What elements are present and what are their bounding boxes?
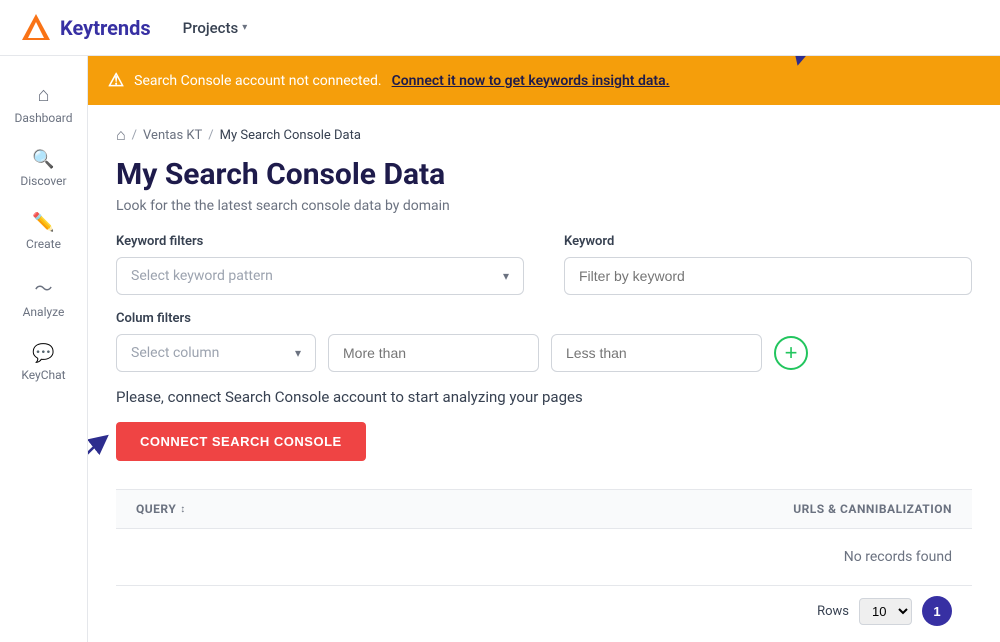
- column-filters-label: Colum filters: [116, 311, 972, 326]
- page-1-button[interactable]: 1: [922, 596, 952, 626]
- bottom-arrow-annotation: [88, 431, 126, 491]
- add-filter-button[interactable]: +: [774, 336, 808, 370]
- alert-banner: ⚠ Search Console account not connected. …: [88, 56, 1000, 105]
- discover-label: Discover: [20, 174, 66, 188]
- sidebar-item-keychat[interactable]: 💬 KeyChat: [4, 333, 84, 392]
- connect-message: Please, connect Search Console account t…: [116, 388, 972, 406]
- keyword-filters-label: Keyword filters: [116, 234, 524, 249]
- page-title: My Search Console Data: [116, 157, 972, 192]
- logo-icon: [20, 12, 52, 44]
- select-column-dropdown[interactable]: Select column ▾: [116, 334, 316, 372]
- sidebar-item-analyze[interactable]: 〜 Analyze: [4, 265, 84, 329]
- home-icon[interactable]: ⌂: [116, 125, 126, 145]
- pagination: Rows 10 25 50 1: [116, 585, 972, 636]
- top-nav: Keytrends Projects ▾: [0, 0, 1000, 56]
- logo-text: Keytrends: [60, 16, 151, 40]
- logo: Keytrends: [20, 12, 151, 44]
- create-label: Create: [26, 237, 61, 251]
- keyword-filters-section: Keyword filters Select keyword pattern ▾…: [116, 234, 972, 295]
- sort-icon: ↕: [180, 504, 186, 515]
- sidebar: ⌂ Dashboard 🔍 Discover ✏️ Create 〜 Analy…: [0, 56, 88, 642]
- analyze-label: Analyze: [23, 305, 65, 319]
- select-column-text: Select column: [131, 345, 219, 361]
- th-urls: URLS & CANNIBALIZATION: [544, 490, 972, 528]
- keyword-pattern-text: Select keyword pattern: [131, 268, 273, 284]
- create-icon: ✏️: [32, 212, 54, 233]
- less-than-input[interactable]: [551, 334, 762, 372]
- alert-text: Search Console account not connected.: [134, 73, 381, 89]
- dashboard-label: Dashboard: [14, 111, 72, 125]
- page-content: ⌂ / Ventas KT / My Search Console Data M…: [88, 105, 1000, 642]
- alert-link[interactable]: Connect it now to get keywords insight d…: [392, 73, 670, 89]
- sidebar-item-discover[interactable]: 🔍 Discover: [4, 139, 84, 198]
- sidebar-item-dashboard[interactable]: ⌂ Dashboard: [4, 72, 84, 135]
- top-arrow-annotation: [760, 56, 840, 66]
- keyword-group: Keyword: [564, 234, 972, 295]
- column-dropdown-chevron-icon: ▾: [295, 346, 301, 360]
- keyword-label: Keyword: [564, 234, 972, 249]
- projects-nav[interactable]: Projects ▾: [183, 19, 248, 37]
- keychat-label: KeyChat: [21, 368, 65, 382]
- analyze-icon: 〜: [35, 275, 53, 301]
- sidebar-item-create[interactable]: ✏️ Create: [4, 202, 84, 261]
- column-filters-row: Select column ▾ +: [116, 334, 972, 372]
- page-subtitle: Look for the the latest search console d…: [116, 198, 972, 214]
- dashboard-icon: ⌂: [37, 82, 49, 107]
- breadcrumb-sep-2: /: [208, 128, 213, 143]
- th-query: QUERY ↕: [116, 490, 544, 528]
- keyword-input[interactable]: [564, 257, 972, 295]
- rows-select[interactable]: 10 25 50: [859, 598, 912, 625]
- keyword-filters-group: Keyword filters Select keyword pattern ▾: [116, 234, 524, 295]
- breadcrumb: ⌂ / Ventas KT / My Search Console Data: [116, 125, 972, 145]
- table-header: QUERY ↕ URLS & CANNIBALIZATION: [116, 490, 972, 529]
- table-no-records: No records found: [116, 529, 972, 585]
- chevron-down-icon: ▾: [242, 22, 247, 33]
- breadcrumb-current: My Search Console Data: [220, 128, 361, 143]
- keychat-icon: 💬: [32, 343, 54, 364]
- column-filters-section: Colum filters Select column ▾ +: [116, 311, 972, 372]
- more-than-input[interactable]: [328, 334, 539, 372]
- table-area: QUERY ↕ URLS & CANNIBALIZATION No record…: [116, 489, 972, 636]
- content-area: ⚠ Search Console account not connected. …: [88, 56, 1000, 642]
- dropdown-chevron-icon: ▾: [503, 269, 509, 283]
- breadcrumb-project[interactable]: Ventas KT: [143, 128, 202, 143]
- breadcrumb-sep-1: /: [132, 128, 137, 143]
- warning-icon: ⚠: [108, 70, 124, 91]
- rows-label: Rows: [817, 604, 849, 619]
- projects-label: Projects: [183, 19, 239, 37]
- keyword-pattern-dropdown[interactable]: Select keyword pattern ▾: [116, 257, 524, 295]
- discover-icon: 🔍: [32, 149, 54, 170]
- connect-search-console-button[interactable]: CONNECT SEARCH CONSOLE: [116, 422, 366, 461]
